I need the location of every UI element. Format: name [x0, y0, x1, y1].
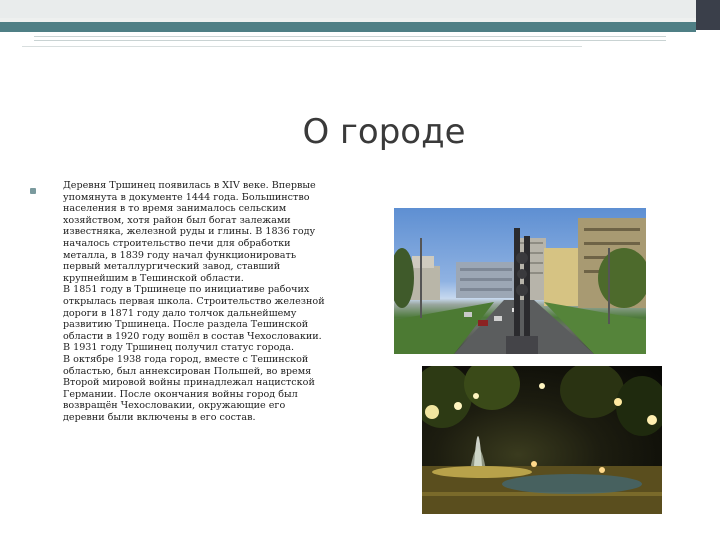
header-rule-1	[34, 36, 666, 37]
photo-night-fountain	[422, 366, 662, 514]
photo-fountain-illustration	[422, 366, 662, 514]
header-accent-bar	[0, 22, 696, 32]
slide-title: О городе	[302, 112, 466, 152]
header-rule-2	[34, 40, 666, 41]
header-corner-block	[696, 0, 720, 30]
bullet-marker	[30, 188, 36, 194]
header-rule-3	[22, 46, 582, 47]
body-paragraph: Деревня Тршинец появилась в XIV веке. Вп…	[63, 180, 325, 423]
header-gap	[0, 32, 696, 35]
photo-street-illustration	[394, 218, 646, 354]
photo-street-monument	[394, 208, 646, 354]
header-strip	[0, 0, 720, 18]
